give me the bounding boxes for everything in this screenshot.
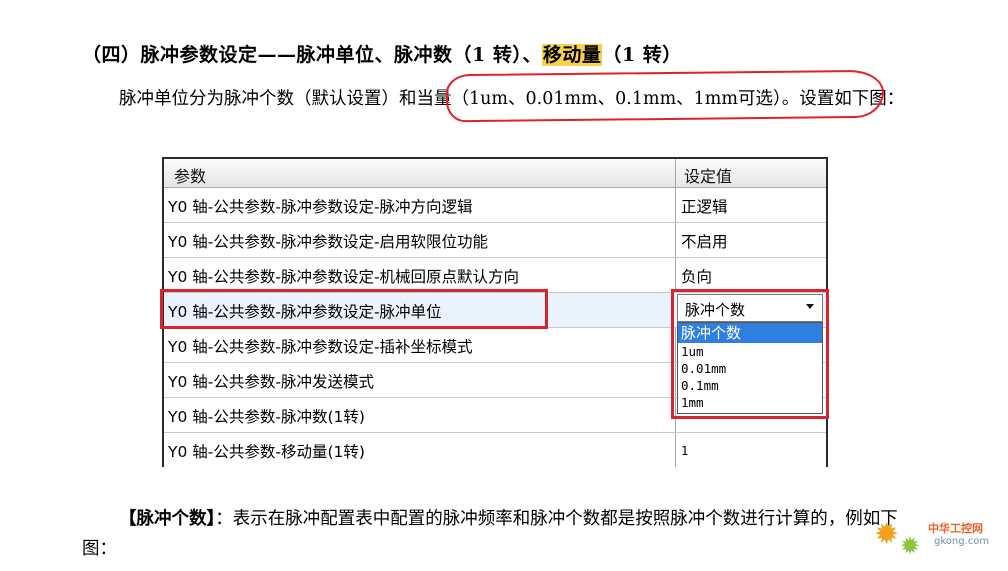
red-box-annotation-dropdown [671,289,829,419]
row-param: Y0 轴-公共参数-脉冲参数设定-机械回原点默认方向 [168,268,520,286]
gear-icon: ✹ [874,517,900,552]
watermark-logo: ✹ ✹ 中华工控网 gkong.com [872,514,1002,564]
row-value[interactable]: 不启用 [681,230,728,252]
row-param: Y0 轴-公共参数-脉冲参数设定-脉冲方向逻辑 [168,198,473,216]
red-box-annotation-row [160,289,548,329]
table-header: 参数 设定值 [164,159,826,188]
watermark-en: gkong.com [934,536,990,547]
row-param: Y0 轴-公共参数-脉冲参数设定-插补坐标模式 [168,338,473,356]
row-value[interactable]: 负向 [681,265,712,287]
header-param: 参数 [174,167,207,186]
row-param: Y0 轴-公共参数-脉冲参数设定-启用软限位功能 [168,233,489,251]
row-param: Y0 轴-公共参数-移动量(1转) [168,443,365,461]
heading-prefix: （四）脉冲参数设定——脉冲单位、脉冲数（1 转）、 [82,44,542,66]
row-param: Y0 轴-公共参数-脉冲数(1转) [168,408,365,426]
heading-suffix: （1 转） [602,44,682,66]
row-param: Y0 轴-公共参数-脉冲发送模式 [168,373,374,391]
row-value[interactable]: 正逻辑 [681,195,728,217]
watermark-cn: 中华工控网 [928,522,983,535]
red-ellipse-annotation [445,69,885,123]
header-value: 设定值 [684,167,733,186]
pulse-count-paragraph: 【脉冲个数】：表示在脉冲配置表中配置的脉冲频率和脉冲个数都是按照脉冲个数进行计算… [82,504,922,564]
table-row[interactable]: Y0 轴-公共参数-脉冲参数设定-启用软限位功能 不启用 [164,223,826,258]
table-row[interactable]: Y0 轴-公共参数-移动量(1转) 1 [164,433,826,467]
term-bold: 【脉冲个数】 [119,509,216,529]
gear-icon: ✹ [900,532,921,560]
row-value[interactable]: 1 [681,444,688,458]
heading-highlight: 移动量 [541,44,603,66]
section-heading: （四）脉冲参数设定——脉冲单位、脉冲数（1 转）、移动量（1 转） [82,40,682,67]
table-row[interactable]: Y0 轴-公共参数-脉冲参数设定-机械回原点默认方向 负向 [164,258,826,293]
table-row[interactable]: Y0 轴-公共参数-脉冲参数设定-脉冲方向逻辑 正逻辑 [164,188,826,223]
